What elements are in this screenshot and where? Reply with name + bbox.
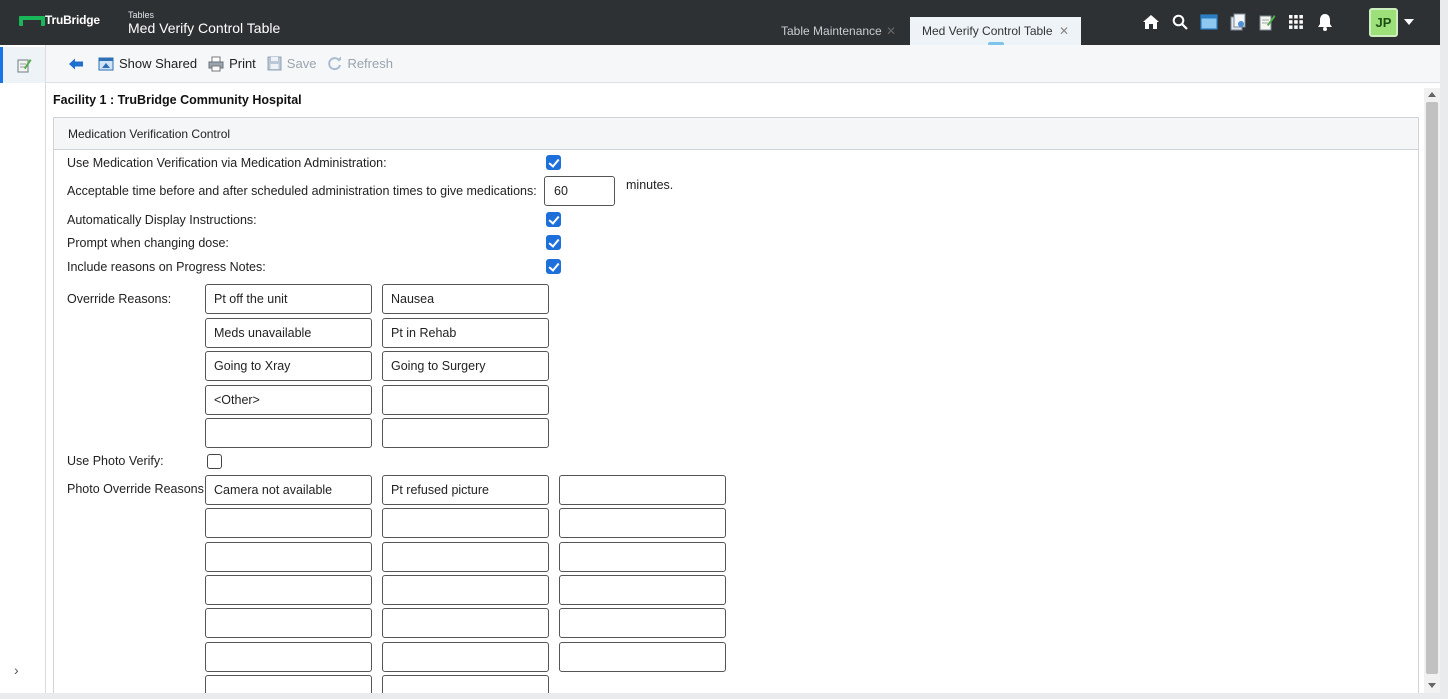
- photo-override-reason-field[interactable]: [382, 608, 549, 638]
- facility-title: Facility 1 : TruBridge Community Hospita…: [53, 93, 302, 107]
- prompt-changing-dose-checkbox[interactable]: [546, 235, 561, 250]
- photo-override-reason-field[interactable]: [205, 542, 372, 572]
- photo-override-reason-field[interactable]: [559, 575, 726, 605]
- override-reason-field[interactable]: Going to Xray: [205, 351, 372, 381]
- top-icons: [1141, 12, 1335, 32]
- brand-logo[interactable]: TruBridge: [19, 13, 100, 27]
- panel-title: Medication Verification Control: [54, 118, 1418, 150]
- prompt-changing-dose-label: Prompt when changing dose:: [67, 236, 229, 250]
- override-reasons-label: Override Reasons:: [67, 292, 172, 306]
- save-icon: [267, 56, 282, 71]
- auto-display-instructions-checkbox[interactable]: [546, 212, 561, 227]
- override-reason-field[interactable]: Pt in Rehab: [382, 318, 549, 348]
- auto-display-instructions-label: Automatically Display Instructions:: [67, 213, 257, 227]
- window-edge-bottom: [0, 693, 1448, 699]
- printer-icon: [208, 56, 224, 71]
- rail-item-edit[interactable]: [0, 47, 45, 83]
- photo-override-reason-field[interactable]: [559, 508, 726, 538]
- refresh-button[interactable]: Refresh: [327, 56, 393, 71]
- toolbar: Show Shared Print Save Refresh: [46, 45, 1440, 83]
- show-shared-button[interactable]: Show Shared: [98, 56, 197, 72]
- print-button[interactable]: Print: [208, 56, 256, 72]
- search-icon[interactable]: [1170, 12, 1190, 32]
- edit-note-icon: [17, 59, 32, 73]
- chevron-right-icon[interactable]: ›: [14, 662, 19, 678]
- tab-label: Table Maintenance: [781, 24, 882, 38]
- scrollbar-thumb[interactable]: [1426, 102, 1438, 674]
- photo-override-reason-field[interactable]: [382, 675, 549, 693]
- override-reason-field[interactable]: Pt off the unit: [205, 284, 372, 314]
- notes-icon[interactable]: [1257, 12, 1277, 32]
- tab-med-verify-control-table[interactable]: Med Verify Control Table ✕: [910, 17, 1081, 45]
- home-icon[interactable]: [1141, 12, 1161, 32]
- scroll-up-icon[interactable]: [1428, 92, 1436, 97]
- override-reason-field[interactable]: [382, 418, 549, 448]
- photo-override-reason-field[interactable]: Pt refused picture: [382, 475, 549, 505]
- refresh-icon: [328, 56, 342, 71]
- photo-override-reason-field[interactable]: [205, 608, 372, 638]
- bell-icon[interactable]: [1315, 12, 1335, 32]
- section-label: Tables: [128, 10, 155, 20]
- override-reason-field[interactable]: [205, 418, 372, 448]
- brand-name: TruBridge: [45, 13, 100, 27]
- photo-override-reason-field[interactable]: [382, 642, 549, 672]
- use-med-verification-checkbox[interactable]: [546, 155, 561, 170]
- photo-override-reason-field[interactable]: [382, 575, 549, 605]
- back-button[interactable]: [68, 57, 84, 71]
- arrow-left-icon: [69, 58, 83, 69]
- close-icon[interactable]: ✕: [1059, 24, 1069, 38]
- override-reason-field[interactable]: Nausea: [382, 284, 549, 314]
- override-reason-field[interactable]: Going to Surgery: [382, 351, 549, 381]
- documents-icon[interactable]: [1228, 12, 1248, 32]
- photo-override-reasons-label: Photo Override Reasons:: [67, 482, 208, 496]
- photo-override-reason-field[interactable]: [382, 542, 549, 572]
- photo-override-reason-field[interactable]: Camera not available: [205, 475, 372, 505]
- window-title: Med Verify Control Table: [128, 20, 281, 36]
- left-rail: ›: [0, 45, 46, 693]
- chevron-down-icon[interactable]: [1404, 19, 1414, 25]
- photo-override-reason-field[interactable]: [559, 642, 726, 672]
- refresh-label: Refresh: [347, 56, 393, 71]
- acceptable-time-input[interactable]: 60: [544, 176, 615, 206]
- use-med-verification-label: Use Medication Verification via Medicati…: [67, 156, 387, 170]
- minutes-unit-label: minutes.: [626, 178, 674, 192]
- top-bar: TruBridge Tables Med Verify Control Tabl…: [0, 0, 1440, 45]
- photo-override-reason-field[interactable]: [559, 608, 726, 638]
- photo-override-reason-field[interactable]: [559, 542, 726, 572]
- include-reasons-progress-label: Include reasons on Progress Notes:: [67, 260, 266, 274]
- photo-override-reason-field[interactable]: [205, 508, 372, 538]
- tab-table-maintenance[interactable]: Table Maintenance ✕: [769, 17, 908, 45]
- vertical-scrollbar[interactable]: [1424, 88, 1440, 693]
- show-shared-icon: [98, 57, 114, 70]
- save-label: Save: [286, 56, 317, 71]
- photo-override-reason-field[interactable]: [382, 508, 549, 538]
- window-edge-right: [1440, 0, 1448, 699]
- med-verification-panel: Medication Verification Control Use Medi…: [53, 117, 1419, 693]
- override-reason-field[interactable]: [382, 385, 549, 415]
- use-photo-verify-checkbox[interactable]: [207, 454, 222, 469]
- include-reasons-progress-checkbox[interactable]: [546, 259, 561, 274]
- override-reason-field[interactable]: <Other>: [205, 385, 372, 415]
- close-icon[interactable]: ✕: [886, 24, 896, 38]
- apps-grid-icon[interactable]: [1286, 12, 1306, 32]
- photo-override-reason-field[interactable]: [205, 575, 372, 605]
- scroll-down-icon[interactable]: [1428, 683, 1436, 688]
- acceptable-time-label: Acceptable time before and after schedul…: [67, 184, 537, 198]
- save-button[interactable]: Save: [267, 56, 317, 71]
- photo-override-reason-field[interactable]: [205, 642, 372, 672]
- window-icon[interactable]: [1199, 12, 1219, 32]
- print-label: Print: [229, 56, 256, 71]
- trubridge-logo-icon: [19, 13, 45, 27]
- user-avatar[interactable]: JP: [1369, 8, 1398, 37]
- photo-override-reason-field[interactable]: [205, 675, 372, 693]
- window-title-block: Tables Med Verify Control Table: [128, 10, 280, 36]
- tab-label: Med Verify Control Table: [922, 24, 1053, 38]
- photo-override-reason-field[interactable]: [559, 475, 726, 505]
- override-reason-field[interactable]: Meds unavailable: [205, 318, 372, 348]
- use-photo-verify-label: Use Photo Verify:: [67, 454, 164, 468]
- show-shared-label: Show Shared: [119, 56, 198, 71]
- main-content: Facility 1 : TruBridge Community Hospita…: [46, 84, 1424, 693]
